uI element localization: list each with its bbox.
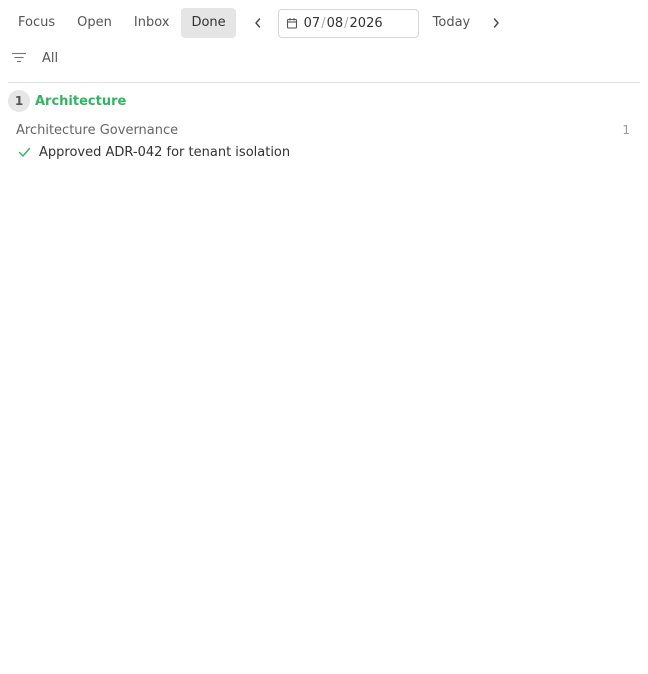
check-icon[interactable]	[16, 144, 32, 160]
app-window: Focus Open Inbox Done 07 / 08 / 2026 Tod…	[0, 0, 648, 674]
tab-open[interactable]: Open	[67, 8, 122, 38]
filter-icon[interactable]	[8, 47, 30, 69]
previous-day-button[interactable]	[246, 8, 270, 38]
tab-inbox[interactable]: Inbox	[124, 8, 180, 38]
calendar-icon	[286, 17, 298, 29]
task-title: Approved ADR-042 for tenant isolation	[39, 144, 291, 160]
next-day-button[interactable]	[484, 8, 508, 38]
filter-all-label[interactable]: All	[42, 51, 58, 66]
group-count-badge: 1	[8, 90, 30, 112]
toolbar: Focus Open Inbox Done 07 / 08 / 2026 Tod…	[8, 8, 508, 38]
date-input[interactable]: 07 / 08 / 2026	[277, 8, 419, 38]
group-title[interactable]: Architecture	[35, 94, 126, 109]
task-row[interactable]: Approved ADR-042 for tenant isolation	[16, 142, 290, 162]
subgroup-name: Architecture Governance	[16, 122, 179, 138]
subgroup-header: Architecture Governance 1	[16, 120, 630, 140]
divider	[8, 82, 640, 83]
subgroup-count: 1	[622, 123, 630, 137]
chevron-left-icon	[254, 18, 260, 28]
date-month[interactable]: 07	[304, 16, 321, 31]
today-button[interactable]: Today	[423, 8, 481, 38]
chevron-right-icon	[494, 18, 499, 28]
date-day[interactable]: 08	[327, 16, 344, 31]
filter-bar: All	[8, 46, 58, 70]
tab-focus[interactable]: Focus	[8, 8, 65, 38]
tab-done[interactable]: Done	[181, 8, 236, 38]
group-header: 1 Architecture	[8, 90, 126, 112]
date-year[interactable]: 2026	[350, 16, 383, 31]
